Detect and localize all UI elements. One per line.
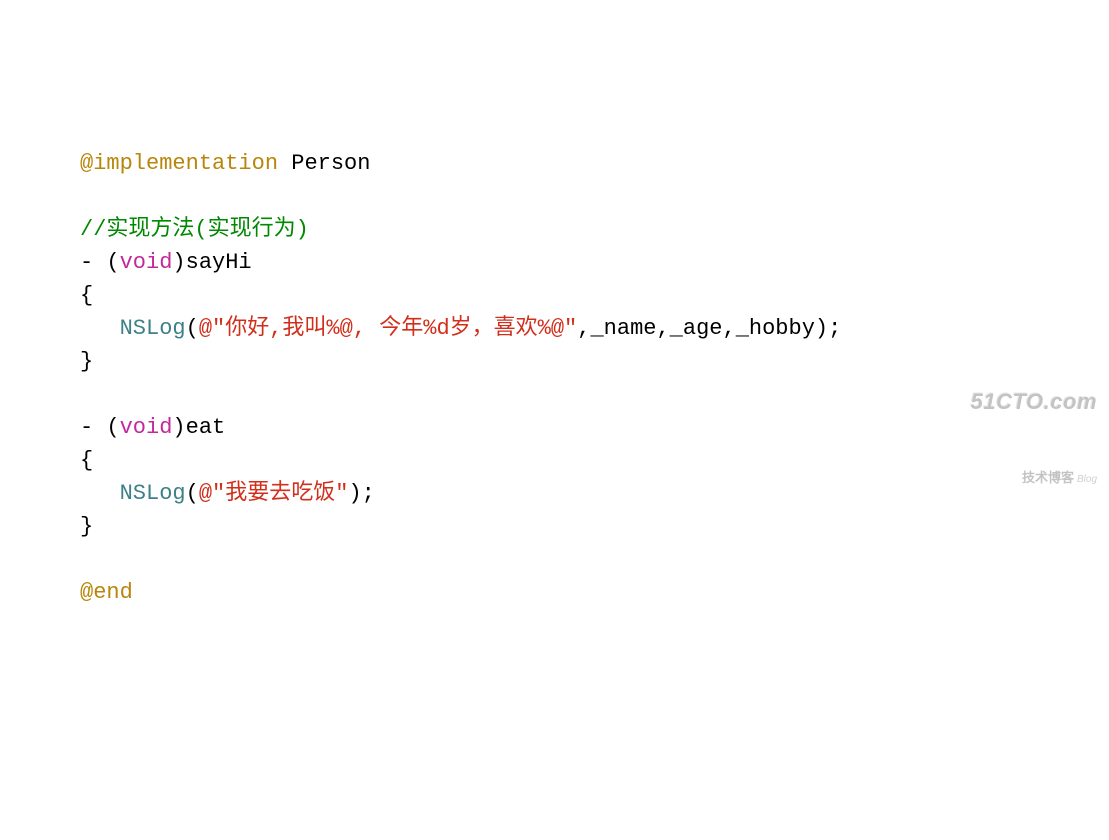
string-literal-2: @"我要去吃饭" xyxy=(199,481,349,506)
string-literal-1: @"你好,我叫%@, 今年%d岁，喜欢%@" xyxy=(199,316,577,341)
code-block: @implementation Person //实现方法(实现行为)- (vo… xyxy=(80,147,1049,609)
code-line-brace-close-1: } xyxy=(80,345,1049,378)
args-1: ,_name,_age,_hobby); xyxy=(577,316,841,341)
return-type-void: void xyxy=(120,250,173,275)
func-nslog-2: NSLog xyxy=(120,481,186,506)
code-line-blank-3 xyxy=(80,543,1049,576)
return-type-void-2: void xyxy=(120,415,173,440)
code-line-brace-close-2: } xyxy=(80,510,1049,543)
watermark-domain: 51CTO.com xyxy=(971,390,1097,414)
code-line-end: @end xyxy=(80,576,1049,609)
method-prefix-2: - ( xyxy=(80,415,120,440)
directive-end: @end xyxy=(80,580,133,605)
class-name-person: Person xyxy=(291,151,370,176)
code-line-brace-open-1: { xyxy=(80,279,1049,312)
comment-text: //实现方法(实现行为) xyxy=(80,217,309,242)
code-line-comment: //实现方法(实现行为) xyxy=(80,213,1049,246)
watermark-text: 技术博客 xyxy=(1022,470,1074,485)
watermark-blog: Blog xyxy=(1077,474,1097,485)
code-line-blank-1 xyxy=(80,180,1049,213)
func-nslog-1: NSLog xyxy=(120,316,186,341)
code-line-brace-open-2: { xyxy=(80,444,1049,477)
method-prefix: - ( xyxy=(80,250,120,275)
args-2: ); xyxy=(348,481,374,506)
code-line-nslog-1: NSLog(@"你好,我叫%@, 今年%d岁，喜欢%@",_name,_age,… xyxy=(80,312,1049,345)
code-line-method-eat: - (void)eat xyxy=(80,411,1049,444)
directive-implementation: @implementation xyxy=(80,151,278,176)
code-line-nslog-2: NSLog(@"我要去吃饭"); xyxy=(80,477,1049,510)
code-line-1: @implementation Person xyxy=(80,147,1049,180)
watermark: 51CTO.com 技术博客Blog xyxy=(971,342,1097,511)
code-line-method-sayhi: - (void)sayHi xyxy=(80,246,1049,279)
code-line-blank-2 xyxy=(80,378,1049,411)
method-name-sayhi: )sayHi xyxy=(172,250,251,275)
method-name-eat: )eat xyxy=(172,415,225,440)
